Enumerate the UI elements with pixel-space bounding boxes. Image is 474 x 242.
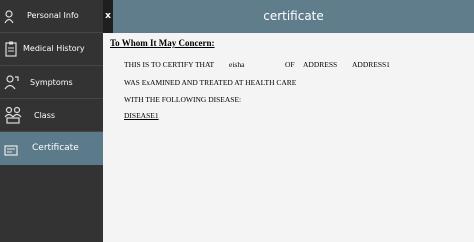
person-icon	[4, 9, 14, 24]
page-header: certificate	[113, 0, 474, 33]
certificate-salutation: To Whom It May Concern:	[110, 38, 215, 48]
class-icon	[4, 106, 22, 124]
certificate-line-3: WITH THE FOLLOWING DISEASE:	[124, 95, 242, 104]
close-icon: x	[105, 11, 111, 21]
certify-text: THIS IS TO CERTIFY THAT	[124, 60, 215, 69]
address-value: ADDRESS1	[352, 60, 390, 69]
sidebar-item-label: Certificate	[32, 143, 79, 153]
sidebar-item-label: Personal Info	[27, 11, 79, 20]
page-title: certificate	[263, 9, 324, 23]
symptoms-icon	[4, 74, 19, 90]
of-label: OF	[285, 60, 295, 69]
sidebar-item-certificate[interactable]: Certificate	[0, 132, 103, 165]
sidebar-item-label: Class	[34, 111, 56, 120]
address-label: ADDRESS	[303, 60, 338, 69]
certificate-panel: To Whom It May Concern: THIS IS TO CERTI…	[103, 33, 474, 242]
sidebar: Personal Info Medical History Symptoms C…	[0, 0, 103, 242]
sidebar-item-class[interactable]: Class	[0, 99, 103, 132]
patient-name: eisha	[229, 60, 245, 69]
sidebar-item-label: Medical History	[23, 44, 85, 53]
disease-name: DISEASE1	[124, 111, 159, 120]
close-button[interactable]: x	[103, 0, 113, 33]
clipboard-icon	[4, 41, 18, 57]
sidebar-item-label: Symptoms	[30, 78, 73, 87]
certificate-line-2: WAS ExAMINED AND TREATED AT HEALTH CARE	[124, 78, 297, 87]
sidebar-item-symptoms[interactable]: Symptoms	[0, 66, 103, 99]
certificate-icon	[4, 142, 18, 156]
sidebar-item-personal-info[interactable]: Personal Info	[0, 0, 103, 33]
sidebar-item-medical-history[interactable]: Medical History	[0, 33, 103, 66]
